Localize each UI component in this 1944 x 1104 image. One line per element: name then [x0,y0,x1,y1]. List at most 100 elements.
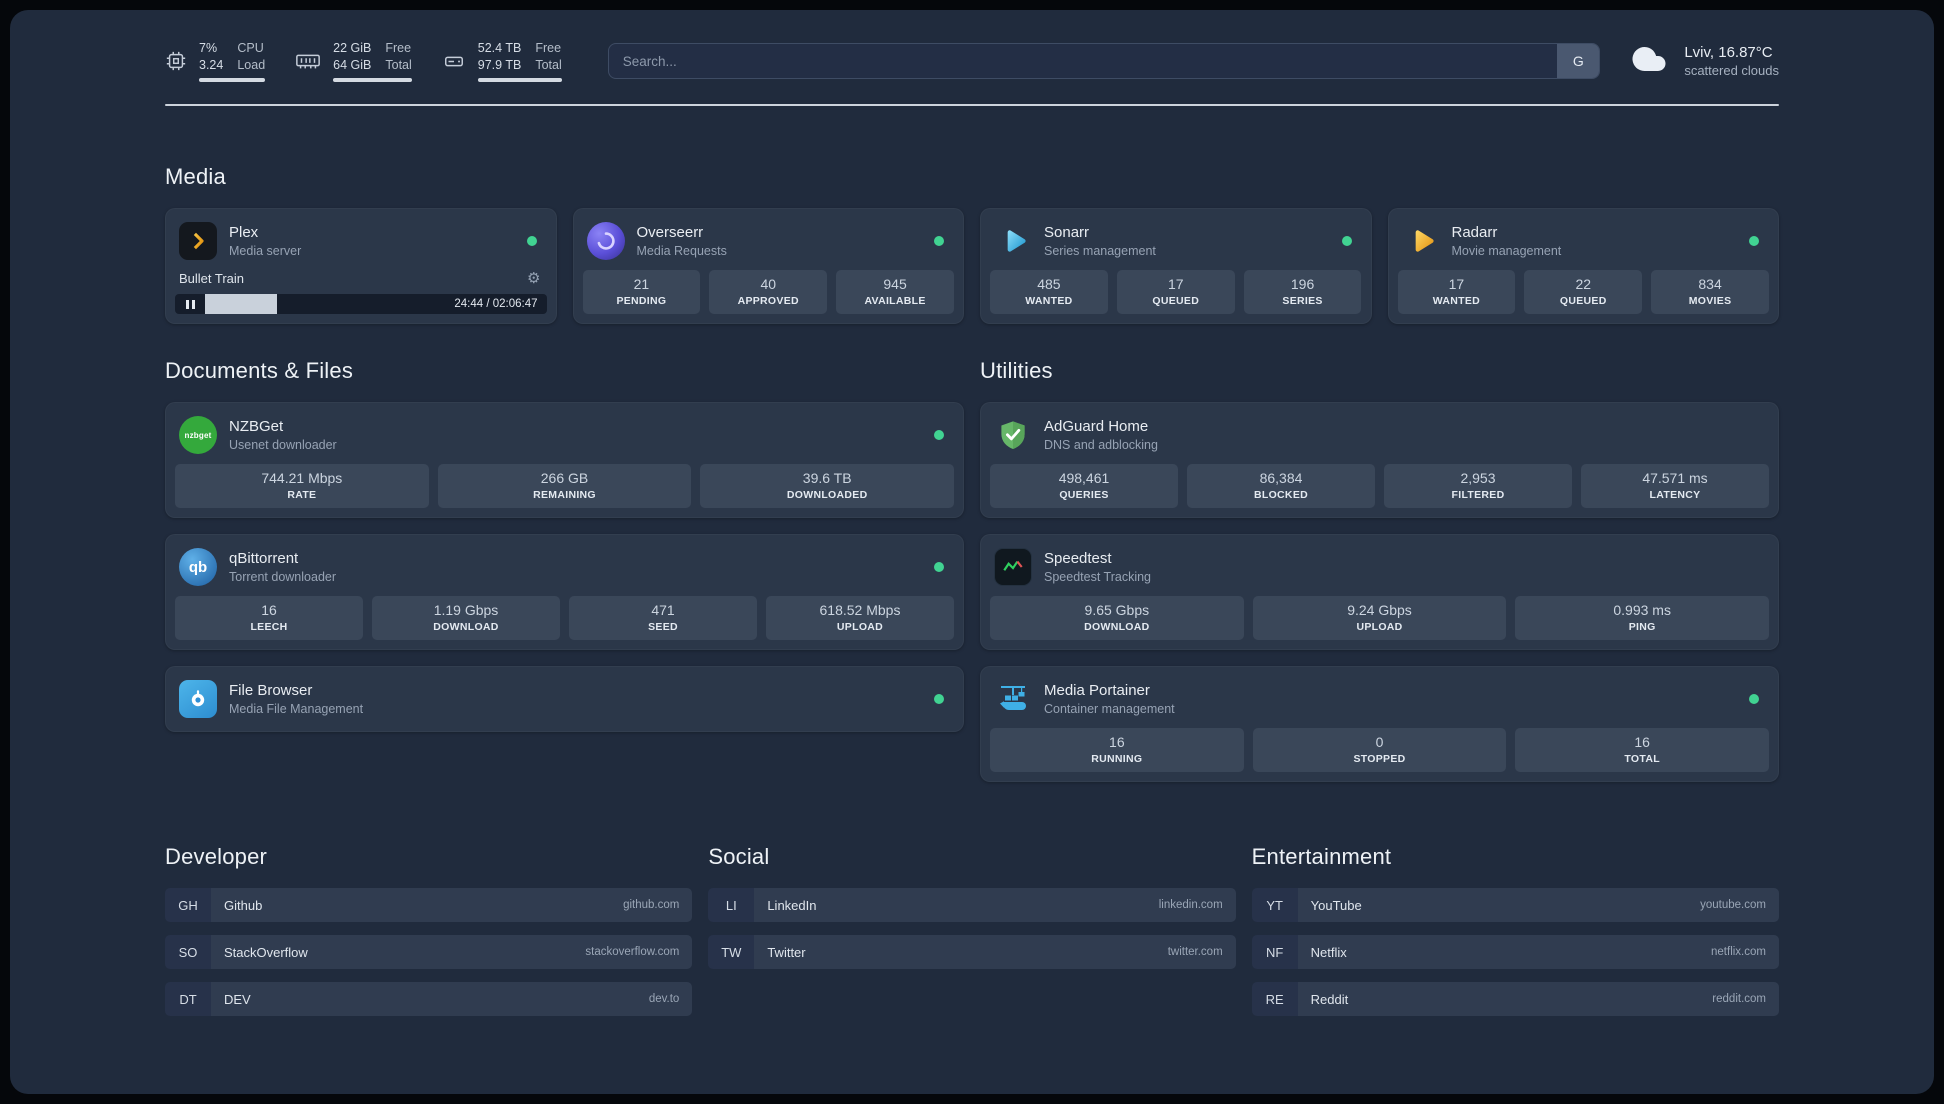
stat-tile: 498,461 QUERIES [990,464,1178,508]
section-title-developer: Developer [165,844,268,869]
memory-free-label: Free [385,41,412,55]
disk-total-label: Total [535,57,562,72]
stat-value: 40 [760,276,777,292]
stat-tile: 17 QUEUED [1116,270,1235,314]
speedtest-icon[interactable] [994,548,1032,586]
playback-progress-bar[interactable]: 24:44 / 02:06:47 [175,294,547,314]
stat-label: FILTERED [1451,489,1505,501]
status-dot [526,236,537,246]
stat-tile: 471 SEED [569,596,757,640]
service-name[interactable]: Overseerr [637,224,727,242]
stat-tile: 40 APPROVED [709,270,828,314]
service-card-qbittorrent: qb qBittorrent Torrent downloader 16 LEE… [165,534,964,650]
service-name[interactable]: AdGuard Home [1044,418,1158,436]
service-name[interactable]: qBittorrent [229,550,336,568]
search-provider-button[interactable]: G [1557,44,1600,78]
stat-value: 0.993 ms [1613,602,1671,618]
service-name[interactable]: NZBGet [229,418,337,436]
stat-tile: 618.52 Mbps UPLOAD [766,596,954,640]
filebrowser-icon[interactable] [179,680,217,718]
status-dot [934,562,944,572]
cpu-load-value: 3.24 [199,57,224,72]
sonarr-icon[interactable] [994,222,1032,260]
bookmark-github[interactable]: GH Github github.com [165,888,693,922]
weather-widget: Lviv, 16.87°C scattered clouds [1626,41,1779,82]
resource-memory: 22 GiB 64 GiB Free Total [295,40,412,82]
bookmark-group-entertainment: Entertainment YT YouTube youtube.com NF … [1251,844,1779,1016]
service-name[interactable]: Speedtest [1044,550,1151,568]
stat-value: 266 GB [540,470,589,486]
disk-free-value: 52.4 TB [477,41,522,55]
bookmark-dev[interactable]: DT DEV dev.to [165,982,693,1016]
service-name[interactable]: Media Portainer [1044,682,1175,700]
stat-tile: 22 QUEUED [1524,270,1643,314]
stat-label: UPLOAD [836,621,884,633]
bookmark-domain: linkedin.com [1158,899,1223,911]
stat-label: UPLOAD [1356,621,1403,633]
section-title-social: Social [708,844,770,869]
bookmark-name: YouTube [1310,897,1362,913]
section-utilities: Utilities AdGuard Home DNS and adblockin… [980,358,1779,782]
stat-label: PING [1628,621,1656,633]
bookmark-name: StackOverflow [224,944,308,960]
stat-label: STOPPED [1353,753,1406,765]
pause-icon[interactable] [175,294,205,314]
service-card-adguard: AdGuard Home DNS and adblocking 498,461 … [980,402,1779,518]
stat-value: 485 [1037,276,1061,292]
now-playing-title: Bullet Train [179,271,245,286]
stat-label: QUEUED [1152,295,1200,307]
service-name[interactable]: Radarr [1452,224,1562,242]
service-name[interactable]: Sonarr [1044,224,1156,242]
bookmark-youtube[interactable]: YT YouTube youtube.com [1251,888,1779,922]
stat-label: BLOCKED [1253,489,1308,501]
section-title-media: Media [165,164,226,189]
stat-label: APPROVED [737,295,799,307]
bookmark-domain: twitter.com [1167,946,1223,958]
bookmark-abbr: GH [165,888,211,922]
stat-tile: 485 WANTED [990,270,1108,314]
stat-tile: 9.24 Gbps UPLOAD [1252,596,1507,640]
bookmark-stackoverflow[interactable]: SO StackOverflow stackoverflow.com [165,935,693,969]
bookmark-reddit[interactable]: RE Reddit reddit.com [1251,982,1779,1016]
playback-progress-fill [205,294,278,314]
service-name[interactable]: Plex [229,224,301,242]
service-card-portainer: Media Portainer Container management 16 … [980,666,1779,782]
stat-tile: 744.21 Mbps RATE [175,464,429,508]
stat-tile: 834 MOVIES [1651,270,1769,314]
service-card-nzbget: nzbget NZBGet Usenet downloader 744.21 M… [165,402,964,518]
overseerr-icon[interactable] [586,222,625,260]
service-card-plex: Plex Media server Bullet Train ⚙ 24:44 /… [165,208,557,324]
stat-value: 945 [883,276,907,292]
qbittorrent-icon[interactable]: qb [179,548,217,586]
memory-total-value: 64 GiB [333,57,372,72]
adguard-icon[interactable] [994,416,1032,454]
service-subtitle: Usenet downloader [229,438,337,452]
bookmark-linkedin[interactable]: LI LinkedIn linkedin.com [708,888,1236,922]
disk-icon [442,50,466,72]
stat-tile: 16 RUNNING [990,728,1244,772]
cloud-icon [1626,41,1672,82]
bookmark-name: DEV [224,991,251,1007]
bookmark-abbr: SO [165,935,211,969]
stat-value: 2,953 [1460,470,1496,486]
stat-label: AVAILABLE [864,295,926,307]
stat-value: 498,461 [1058,470,1110,486]
service-name[interactable]: File Browser [229,682,363,700]
stat-label: QUERIES [1059,489,1109,501]
bookmark-domain: github.com [623,899,680,911]
nzbget-icon[interactable]: nzbget [179,416,217,454]
radarr-icon[interactable] [1402,222,1440,260]
stat-value: 1.19 Gbps [433,602,499,618]
gear-icon[interactable]: ⚙ [527,271,540,286]
plex-icon[interactable] [179,222,217,260]
stat-value: 744.21 Mbps [261,470,343,486]
portainer-icon[interactable] [994,680,1032,718]
bookmark-twitter[interactable]: TW Twitter twitter.com [708,935,1236,969]
top-bar: 7% 3.24 CPU Load 22 GiB 64 GiB Free Tota… [165,40,1779,82]
stat-label: REMAINING [533,489,596,501]
stat-value: 17 [1167,276,1184,292]
stat-value: 17 [1448,276,1465,292]
bookmark-netflix[interactable]: NF Netflix netflix.com [1251,935,1779,969]
search-input[interactable] [607,43,1601,79]
service-subtitle: Container management [1044,702,1175,716]
